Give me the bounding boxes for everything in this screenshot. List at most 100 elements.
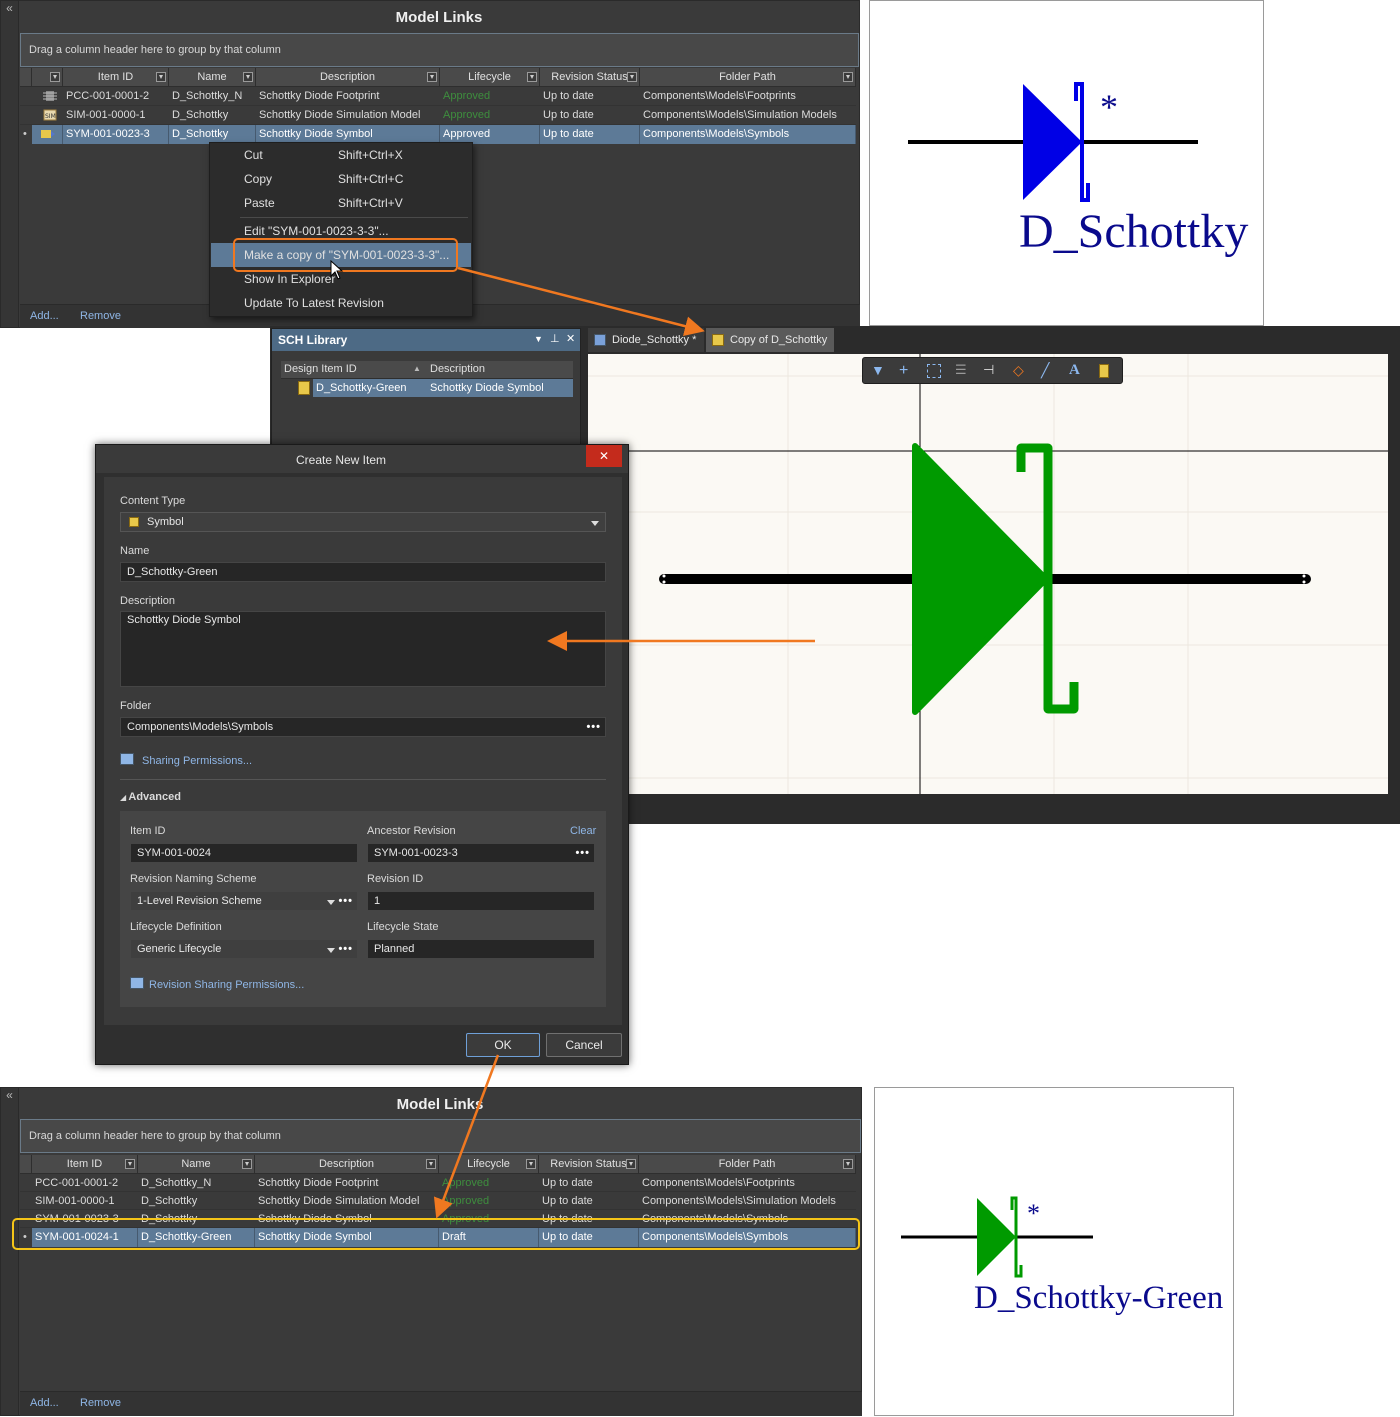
ieee-symbols-icon[interactable]: ◇ [1013, 362, 1031, 380]
filter-icon[interactable] [426, 1159, 436, 1169]
lifecycle-state-input[interactable]: Planned [367, 939, 595, 959]
content-type-select[interactable]: Symbol [120, 512, 606, 532]
move-icon[interactable]: + [899, 362, 917, 380]
remove-link[interactable]: Remove [80, 1397, 121, 1409]
ancestor-revision-input[interactable]: SYM-001-0023-3 ••• [367, 843, 595, 863]
col-header-item-id[interactable]: Item ID [63, 68, 169, 87]
dialog-titlebar: Create New Item ✕ [96, 445, 628, 473]
schematic-canvas[interactable] [588, 354, 1388, 794]
filter-icon[interactable] [243, 72, 253, 82]
menu-item-copy[interactable]: Copy Shift+Ctrl+C [211, 167, 471, 191]
browse-button[interactable]: ••• [586, 718, 601, 736]
menu-item-cut[interactable]: Cut Shift+Ctrl+X [211, 143, 471, 167]
table-row[interactable]: PCC-001-0001-2 D_Schottky_N Schottky Dio… [20, 1174, 856, 1192]
table-row[interactable]: SIM SIM-001-0000-1 D_Schottky Schottky D… [20, 106, 856, 125]
cell-revision-status: Up to date [540, 125, 640, 144]
item-id-input[interactable]: SYM-001-0024 [130, 843, 358, 863]
select-icon[interactable] [927, 364, 941, 378]
place-part-icon[interactable] [1099, 364, 1109, 378]
revision-id-input[interactable]: 1 [367, 891, 595, 911]
col-header-description[interactable]: Description [256, 68, 440, 87]
sch-library-row[interactable]: D_Schottky-Green Schottky Diode Symbol [281, 379, 573, 397]
lifecycle-definition-select[interactable]: Generic Lifecycle ••• [130, 939, 358, 959]
col-header-revision-status[interactable]: Revision Status [540, 68, 640, 87]
divider [120, 779, 606, 780]
advanced-toggle[interactable]: ◢ Advanced [120, 791, 181, 803]
cell-name: D_Schottky_N [172, 90, 243, 102]
svg-text:SIM: SIM [45, 113, 56, 120]
col-header-lifecycle[interactable]: Lifecycle [439, 1155, 539, 1174]
filter-icon[interactable] [242, 1159, 252, 1169]
menu-item-update-latest[interactable]: Update To Latest Revision [211, 291, 471, 315]
collapse-panel-icon[interactable]: « [1, 1, 19, 327]
filter-icon[interactable] [627, 72, 637, 82]
browse-button[interactable]: ••• [338, 940, 353, 958]
col-header-revision-status[interactable]: Revision Status [539, 1155, 639, 1174]
browse-button[interactable]: ••• [338, 892, 353, 910]
filter-icon[interactable] [843, 1159, 853, 1169]
col-header-item-id[interactable]: Item ID [32, 1155, 138, 1174]
sharing-permissions-link[interactable]: Sharing Permissions... [142, 755, 252, 767]
filter-icon[interactable] [626, 1159, 636, 1169]
filter-icon[interactable] [156, 72, 166, 82]
filter-icon[interactable] [527, 72, 537, 82]
pin-icon[interactable]: ⊥ [550, 332, 560, 345]
revision-naming-scheme-select[interactable]: 1-Level Revision Scheme ••• [130, 891, 358, 911]
cell-item-id: PCC-001-0001-2 [66, 90, 150, 102]
table-row[interactable]: SIM-001-0000-1 D_Schottky Schottky Diode… [20, 1192, 856, 1210]
revision-sharing-permissions-link[interactable]: Revision Sharing Permissions... [149, 979, 304, 991]
col-header-folder-path[interactable]: Folder Path [639, 1155, 856, 1174]
component-icon [298, 381, 310, 395]
browse-button[interactable]: ••• [575, 844, 590, 862]
sharing-icon [120, 753, 134, 765]
align-icon[interactable]: ☰ [955, 362, 973, 380]
preview-star: * [1027, 1199, 1040, 1228]
filter-icon[interactable] [526, 1159, 536, 1169]
collapse-panel-icon[interactable]: « [1, 1088, 19, 1415]
sort-icon: ▲ [413, 364, 421, 373]
symbol-preview-bottom: * D_Schottky-Green [874, 1087, 1234, 1416]
col-header-description[interactable]: Description [430, 363, 485, 375]
filter-icon[interactable] [427, 72, 437, 82]
cell-item-id: PCC-001-0001-2 [35, 1177, 119, 1189]
content-type-label: Content Type [120, 495, 186, 507]
tab-copy-of-d-schottky[interactable]: Copy of D_Schottky [706, 328, 834, 352]
panel-menu-icon[interactable]: ▼ [534, 334, 543, 344]
tab-diode-schottky[interactable]: Diode_Schottky * [588, 328, 704, 352]
schottky-diode-symbol-green-small [901, 1196, 1093, 1278]
close-button[interactable]: ✕ [586, 445, 622, 467]
filter-icon[interactable]: ▼ [871, 362, 889, 380]
add-link[interactable]: Add... [30, 1397, 59, 1409]
group-by-bar[interactable]: Drag a column header here to group by th… [20, 33, 859, 67]
remove-link[interactable]: Remove [80, 310, 121, 322]
folder-input[interactable]: Components\Models\Symbols ••• [120, 717, 606, 737]
menu-item-paste[interactable]: Paste Shift+Ctrl+V [211, 191, 471, 215]
description-textarea[interactable]: Schottky Diode Symbol [120, 611, 606, 687]
col-header-design-item-id[interactable]: Design Item ID [284, 363, 357, 375]
name-input[interactable]: D_Schottky-Green [120, 562, 606, 582]
model-links-panel-bottom: « Model Links Drag a column header here … [0, 1087, 862, 1416]
filter-icon[interactable] [843, 72, 853, 82]
design-item-desc-cell: Schottky Diode Symbol [427, 379, 573, 397]
place-text-icon[interactable]: A [1069, 362, 1087, 380]
group-by-bar[interactable]: Drag a column header here to group by th… [20, 1119, 861, 1153]
col-header-name[interactable]: Name [169, 68, 256, 87]
col-header-lifecycle[interactable]: Lifecycle [440, 68, 540, 87]
table-row[interactable]: PCC-001-0001-2 D_Schottky_N Schottky Dio… [20, 87, 856, 106]
cancel-button[interactable]: Cancel [546, 1033, 622, 1057]
ok-button[interactable]: OK [466, 1033, 540, 1057]
filter-icon[interactable] [125, 1159, 135, 1169]
add-link[interactable]: Add... [30, 310, 59, 322]
cell-lifecycle: Approved [443, 109, 491, 121]
clear-link[interactable]: Clear [570, 825, 596, 837]
place-line-icon[interactable]: ╱ [1041, 362, 1059, 380]
icon-col-header[interactable] [32, 68, 63, 87]
filter-icon[interactable] [50, 72, 60, 82]
col-header-name[interactable]: Name [138, 1155, 255, 1174]
close-icon[interactable]: ✕ [566, 332, 575, 345]
col-header-description[interactable]: Description [255, 1155, 439, 1174]
place-pin-icon[interactable]: ⊣ [983, 362, 1001, 380]
create-new-item-dialog: Create New Item ✕ Content Type Symbol Na… [95, 444, 629, 1065]
col-header-folder-path[interactable]: Folder Path [640, 68, 856, 87]
cell-lifecycle: Approved [443, 90, 491, 102]
